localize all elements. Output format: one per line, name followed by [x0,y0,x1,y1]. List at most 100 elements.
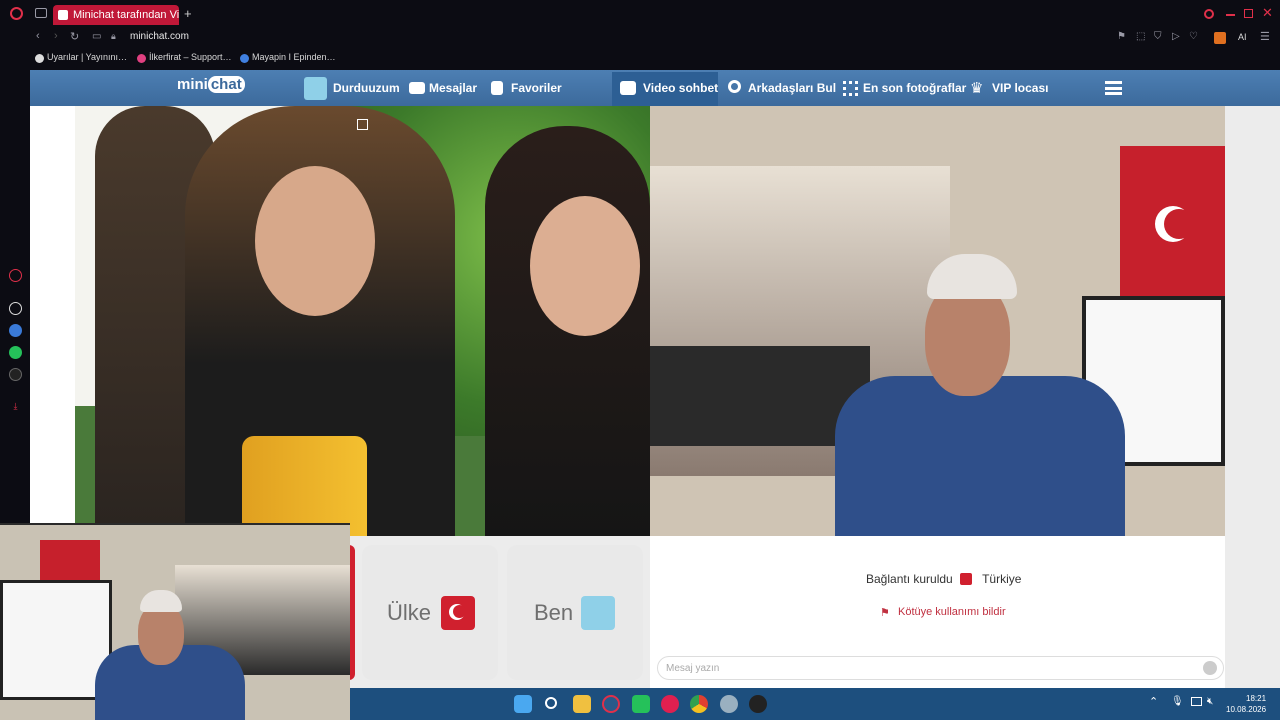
popout-icon[interactable] [357,119,368,130]
network-icon[interactable] [1191,697,1202,706]
bookmark-icon [240,54,249,63]
tiktok-icon[interactable] [9,368,22,381]
video-chat-icon[interactable] [620,81,636,95]
webcam-overlay [0,523,350,720]
bookmark-mayapin[interactable]: Mayapin I Epinden… [252,52,336,62]
flag-icon: ⚑ [880,607,890,619]
heart-icon[interactable]: ♡ [1189,31,1198,42]
hamburger-menu-icon-mid [1105,87,1122,90]
system-clock[interactable]: 18:21 10.08.2026 [1226,693,1266,715]
left-gutter [30,106,75,536]
close-button[interactable]: ✕ [1262,5,1273,21]
gemini-icon[interactable] [9,324,22,337]
message-input[interactable]: Mesaj yazın [657,656,1224,680]
male-avatar-icon [581,596,615,630]
maximize-button[interactable] [1244,9,1253,18]
logo-chat: chat [207,76,245,93]
opera-taskbar-icon[interactable] [602,695,620,713]
search-icon[interactable] [545,697,557,709]
nav-durduuzum[interactable]: Durduuzum [333,81,400,95]
whatsapp-icon[interactable] [9,346,22,359]
gender-me-button[interactable] [507,545,643,680]
person-me [835,376,1125,536]
stranger-video [75,106,650,536]
face-center [255,166,375,316]
profile-avatar[interactable] [1214,32,1226,44]
turkey-flag-crescent-cut [453,605,466,618]
camera-icon[interactable]: ▭ [92,31,101,42]
bookmark-icon[interactable] [491,81,503,95]
search-icon[interactable] [1204,9,1214,19]
forward-icon[interactable]: › [54,30,58,42]
lock-icon: 🔒︎ [111,31,116,41]
turkey-flag-small-icon [960,573,972,585]
drink-can [242,436,367,536]
chatgpt-icon[interactable] [9,302,22,315]
message-placeholder: Mesaj yazın [666,663,720,674]
bookmark-uyarilar[interactable]: Uyarılar | Yayınını… [47,52,127,62]
chevron-up-icon[interactable]: ⌃ [1149,695,1158,708]
bookmark-icon [137,54,146,63]
extension-icon[interactable]: ⚑ [1117,31,1126,42]
media-player-icon[interactable] [661,695,679,713]
face-right [530,196,640,336]
emoji-icon[interactable] [1203,661,1217,675]
aria-icon[interactable] [9,269,22,282]
bookmark-icon [35,54,44,63]
url-field[interactable]: minichat.com [130,31,189,42]
me-label: Ben [534,600,574,625]
volume-icon[interactable]: 🔇︎ [1207,696,1213,707]
nav-vip-locasi[interactable]: VIP locası [992,81,1048,95]
mail-icon[interactable] [409,82,425,94]
nav-en-son-fotograflar[interactable]: En son fotoğraflar [863,81,966,95]
settings-icon[interactable] [720,695,738,713]
tab-manager-icon[interactable] [35,8,47,18]
clock-time: 18:21 [1246,694,1267,703]
flag-crescent-cut [1164,209,1194,239]
whatsapp-taskbar-icon[interactable] [632,695,650,713]
windows-start-icon[interactable] [514,695,532,713]
report-abuse-link[interactable]: ⚑ Kötüye kullanımı bildir [880,606,1006,619]
file-explorer-icon[interactable] [573,695,591,713]
country-label: Ülke [387,600,432,625]
nav-mesajlar[interactable]: Mesajlar [429,81,477,95]
snapshot-icon[interactable]: ⬚ [1136,31,1145,42]
back-icon[interactable]: ‹ [36,30,40,42]
ai-button[interactable]: AI [1238,32,1247,42]
clock-date: 10.08.2026 [1226,705,1267,714]
tab-title: Minichat tarafından Vide [73,9,179,21]
search-icon[interactable] [728,80,741,93]
obs-icon[interactable] [749,695,767,713]
minichat-logo[interactable]: mini chat [177,76,245,100]
opera-logo-icon[interactable] [10,7,23,20]
minimize-button[interactable] [1226,14,1235,16]
download-icon[interactable]: ⤓ [9,400,22,413]
reload-icon[interactable]: ↻ [70,30,79,43]
nav-video-sohbet[interactable]: Video sohbet [643,81,718,95]
nav-favoriler[interactable]: Favoriler [511,81,562,95]
browser-tab-bar: Minichat tarafından Vide + ✕ [0,0,1280,28]
status-text: Bağlantı kuruldu [866,572,953,586]
right-gutter [1225,106,1280,536]
bookmark-ilkerfirat[interactable]: İlkerfirat – Support… [149,52,232,62]
windows-taskbar [350,688,1280,720]
report-text: Kötüye kullanımı bildir [898,606,1006,618]
address-bar: ‹ › ↻ ▭ 🔒︎ minichat.com ⚑ ⬚ ⛉ ▷ ♡ AI ☰ [0,28,1280,48]
menu-icon[interactable]: ☰ [1260,30,1270,43]
minichat-favicon-icon [58,10,68,20]
chrome-icon[interactable] [690,695,708,713]
pip-face [138,603,184,665]
player-icon[interactable]: ▷ [1172,31,1180,42]
status-country: Türkiye [982,572,1022,586]
my-video [650,106,1225,536]
connection-status: Bağlantı kuruldu Türkiye [866,572,1021,586]
logo-mini: mini [177,76,208,93]
new-tab-button[interactable]: + [184,6,192,21]
active-tab[interactable]: Minichat tarafından Vide [53,5,179,25]
grid-icon[interactable] [843,81,858,96]
crown-icon[interactable]: ♛ [970,79,983,97]
shield-icon[interactable]: ⛉ [1154,31,1162,42]
nav-arkadaslari-bul[interactable]: Arkadaşları Bul [748,81,836,95]
microphone-icon[interactable]: 🎙︎ [1171,696,1184,707]
avatar-icon[interactable] [304,77,327,100]
